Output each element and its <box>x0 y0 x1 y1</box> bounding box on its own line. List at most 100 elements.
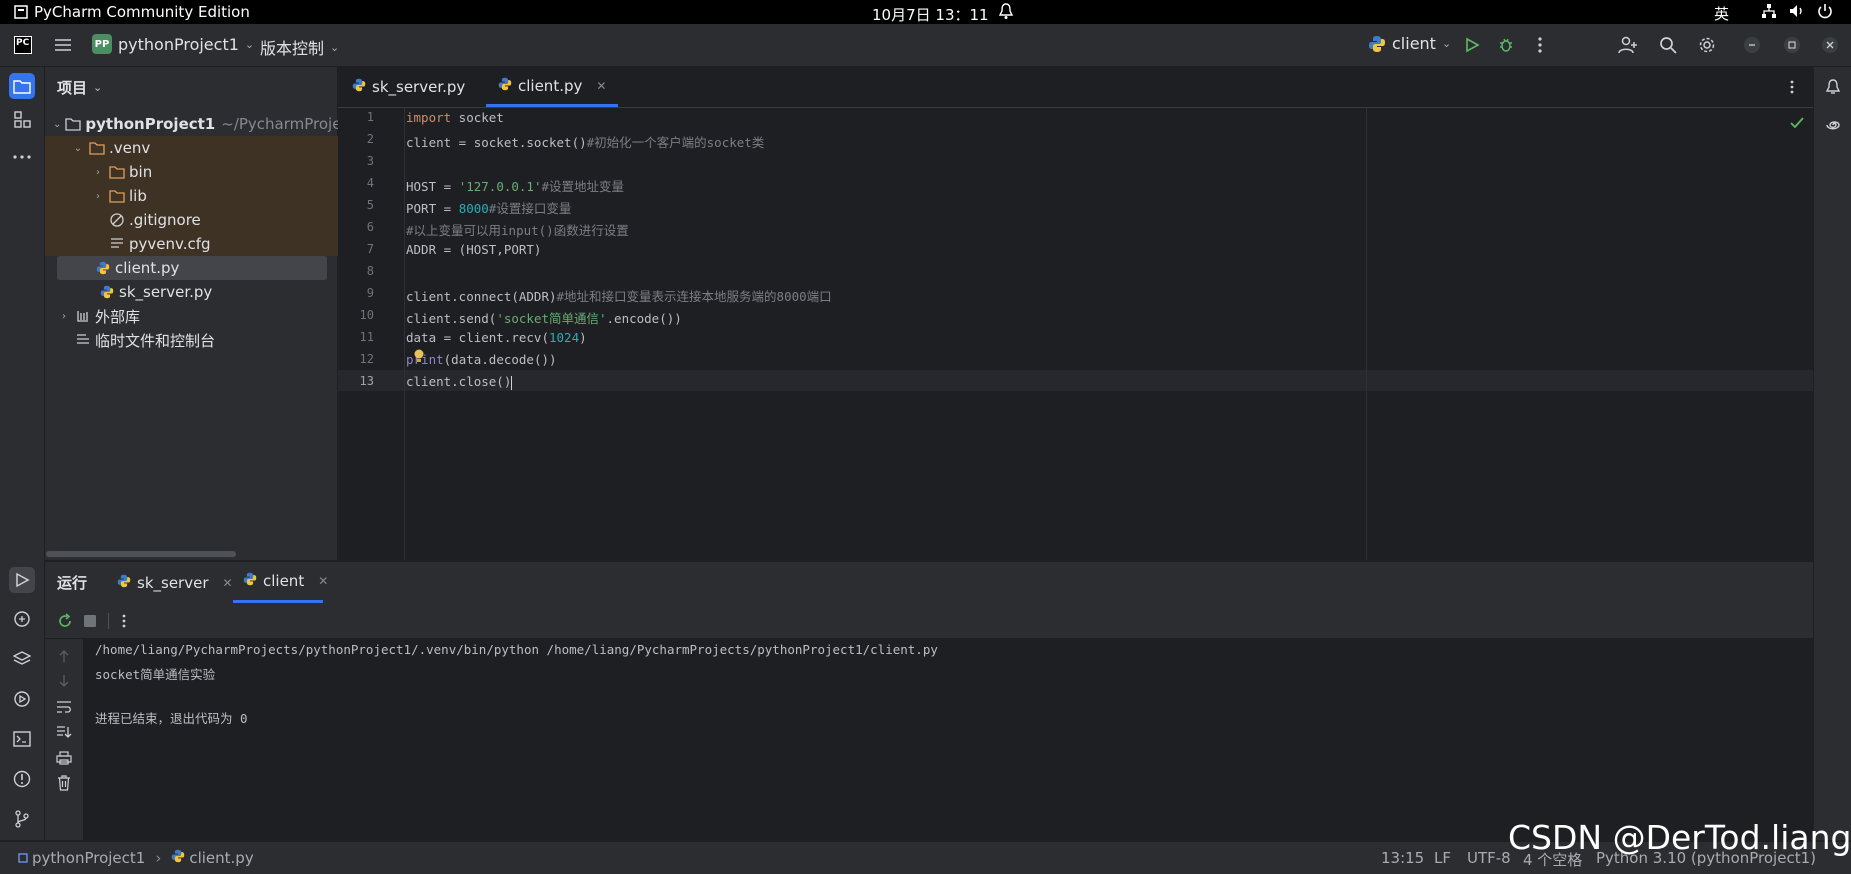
run-tool-icon[interactable] <box>9 567 35 593</box>
soft-wrap-icon[interactable] <box>52 695 76 719</box>
more-vertical-icon[interactable] <box>1528 33 1552 57</box>
code-token: ADDR = (HOST,PORT) <box>406 242 542 257</box>
line-number: 8 <box>366 264 374 278</box>
services-icon[interactable] <box>10 687 34 711</box>
tree-item-external-libraries[interactable]: › 外部库 <box>45 304 349 328</box>
power-icon[interactable] <box>1816 2 1834 20</box>
scroll-to-end-icon[interactable] <box>52 720 76 744</box>
line-number: 11 <box>359 330 374 344</box>
terminal-icon[interactable] <box>10 727 34 751</box>
close-tab-icon[interactable]: ✕ <box>318 574 328 588</box>
run-tab-sk-server[interactable]: sk_server ✕ <box>107 562 243 603</box>
project-panel-header[interactable]: 项目 ⌄ <box>57 77 102 98</box>
project-badge: PP <box>92 34 112 54</box>
ai-assistant-spiral-icon[interactable] <box>1821 113 1845 137</box>
stop-icon[interactable] <box>78 609 102 633</box>
run-config-selector[interactable]: client ⌄ <box>1368 34 1451 53</box>
input-method-indicator[interactable]: 英 <box>1714 3 1729 24</box>
arrow-down-icon[interactable] <box>52 669 76 693</box>
library-icon <box>75 308 91 324</box>
code-token: client = socket.socket() <box>406 135 587 150</box>
vcs-menu[interactable]: 版本控制 ⌄ <box>260 35 339 59</box>
tab-client-py[interactable]: client.py ✕ <box>486 67 619 107</box>
breadcrumb-project[interactable]: pythonProject1 <box>32 849 145 867</box>
project-tool-folder-icon[interactable] <box>9 73 35 99</box>
restore-window-icon[interactable] <box>1780 33 1804 57</box>
line-separator[interactable]: LF <box>1434 849 1451 867</box>
structure-icon[interactable] <box>10 107 34 131</box>
code-token: .encode()) <box>606 311 682 326</box>
tree-item-label: sk_server.py <box>119 283 213 301</box>
python-icon <box>1369 35 1385 52</box>
chevron-down-icon: ⌄ <box>330 40 340 54</box>
os-clock[interactable]: 10月7日 13：11 <box>872 4 989 25</box>
breadcrumb-file[interactable]: client.py <box>189 849 253 867</box>
code-editor[interactable]: 1 2 3 4 5 6 7 8 9 10 11 12 13 import soc… <box>338 108 1813 560</box>
run-tab-client[interactable]: client ✕ <box>233 562 328 603</box>
file-encoding[interactable]: UTF-8 <box>1467 849 1511 867</box>
vcs-menu-label: 版本控制 <box>260 39 325 58</box>
tree-item-label: .gitignore <box>129 211 201 229</box>
notifications-bell-icon[interactable] <box>1821 75 1845 99</box>
rerun-icon[interactable] <box>53 609 77 633</box>
tree-item-bin[interactable]: › bin <box>45 160 383 184</box>
more-vertical-icon[interactable] <box>112 609 136 633</box>
pycharm-logo-icon: PC <box>14 36 32 54</box>
volume-icon[interactable] <box>1788 2 1806 20</box>
arrow-up-icon[interactable] <box>52 644 76 668</box>
python-icon <box>243 572 257 590</box>
code-line-4: HOST = '127.0.0.1'#设置地址变量 <box>406 176 624 195</box>
tab-sk-server-py[interactable]: sk_server.py <box>340 67 477 107</box>
tree-root-project[interactable]: ⌄ pythonProject1 ~/PycharmProjects <box>45 112 363 136</box>
text-cursor <box>511 375 513 390</box>
line-number: 2 <box>366 132 374 146</box>
tree-item-lib[interactable]: › lib <box>45 184 383 208</box>
run-console[interactable]: /home/liang/PycharmProjects/pythonProjec… <box>45 639 1813 840</box>
project-horizontal-scrollbar[interactable] <box>46 551 236 557</box>
code-token: client.close() <box>406 374 512 389</box>
problems-icon[interactable] <box>10 767 34 791</box>
more-horizontal-icon[interactable] <box>10 145 34 169</box>
ide-title-bar: PC PP pythonProject1 ⌄ 版本控制 ⌄ client ⌄ <box>0 24 1851 67</box>
network-icon[interactable] <box>1760 2 1778 20</box>
console-output-line: socket简单通信实验 <box>95 667 216 682</box>
python-icon <box>117 574 131 592</box>
close-window-icon[interactable] <box>1818 33 1842 57</box>
close-tab-icon[interactable]: ✕ <box>222 576 232 590</box>
os-app-menu[interactable]: PyCharm Community Edition <box>14 3 250 21</box>
print-icon[interactable] <box>52 746 76 770</box>
chevron-down-icon: ⌄ <box>53 118 62 130</box>
left-tool-strip <box>0 67 45 840</box>
run-icon[interactable] <box>1460 33 1484 57</box>
trash-icon[interactable] <box>52 771 76 795</box>
python-file-icon <box>99 284 115 300</box>
close-tab-icon[interactable]: ✕ <box>596 79 606 93</box>
tree-item-venv[interactable]: ⌄ .venv <box>45 136 363 160</box>
tree-item-client-py[interactable]: client.py <box>45 256 337 280</box>
console-side-toolbar <box>45 639 84 840</box>
project-switcher[interactable]: PP pythonProject1 ⌄ <box>92 34 254 54</box>
inspection-ok-checkmark-icon[interactable] <box>1790 114 1804 133</box>
editor-tabs-more-icon[interactable] <box>1780 75 1804 99</box>
debug-icon[interactable] <box>1494 33 1518 57</box>
python-console-icon[interactable] <box>10 607 34 631</box>
tree-item-label: client.py <box>115 259 180 277</box>
search-icon[interactable] <box>1656 33 1680 57</box>
gear-icon[interactable] <box>1695 33 1719 57</box>
code-string: '127.0.0.1' <box>458 179 542 194</box>
intention-bulb-icon[interactable] <box>413 348 425 367</box>
git-branch-icon[interactable] <box>10 807 34 831</box>
tree-item-sk-server-py[interactable]: sk_server.py <box>45 280 387 304</box>
hamburger-menu-icon[interactable] <box>51 33 75 57</box>
layers-icon[interactable] <box>10 647 34 671</box>
minimize-window-icon[interactable] <box>1740 33 1764 57</box>
bell-icon[interactable] <box>998 2 1014 24</box>
cursor-position[interactable]: 13:15 <box>1381 849 1424 867</box>
add-user-icon[interactable] <box>1616 33 1640 57</box>
line-number: 12 <box>359 352 374 366</box>
tree-item-scratches[interactable]: 临时文件和控制台 <box>45 328 363 352</box>
code-token: import <box>406 110 452 125</box>
code-string: 'socket简单通信' <box>496 311 607 326</box>
system-tray[interactable] <box>1760 2 1834 20</box>
folder-icon <box>65 116 82 132</box>
